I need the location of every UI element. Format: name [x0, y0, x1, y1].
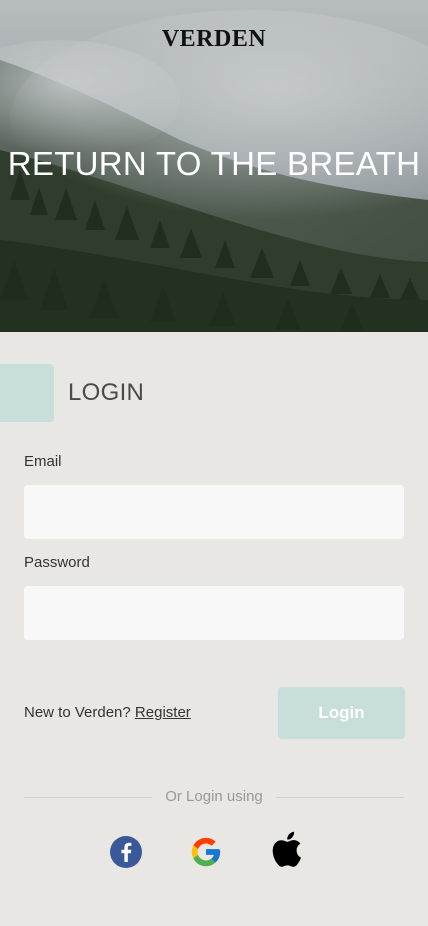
google-login-button[interactable]: [189, 835, 223, 869]
hero-banner: VERDEN RETURN TO THE BREATH: [0, 0, 428, 332]
email-label: Email: [24, 453, 62, 470]
facebook-icon: [110, 836, 142, 868]
register-prompt: New to Verden?: [24, 704, 131, 721]
apple-icon: [272, 831, 301, 867]
register-row: New to Verden? Register: [24, 704, 191, 721]
register-link[interactable]: Register: [135, 704, 191, 721]
facebook-login-button[interactable]: [109, 835, 143, 869]
apple-login-button[interactable]: [269, 830, 303, 868]
login-accent-block: [0, 364, 54, 422]
email-field[interactable]: [24, 485, 404, 539]
alt-login-divider: Or Login using: [24, 787, 404, 807]
login-section-header: LOGIN: [0, 364, 144, 422]
login-title: LOGIN: [68, 379, 145, 406]
password-field[interactable]: [24, 586, 404, 640]
hero-tagline: RETURN TO THE BREATH: [7, 145, 421, 182]
brand-logo: VERDEN: [161, 26, 267, 52]
login-button[interactable]: Login: [278, 687, 405, 739]
divider-line-right: [276, 797, 404, 798]
google-icon: [191, 837, 221, 867]
password-label: Password: [24, 554, 90, 571]
